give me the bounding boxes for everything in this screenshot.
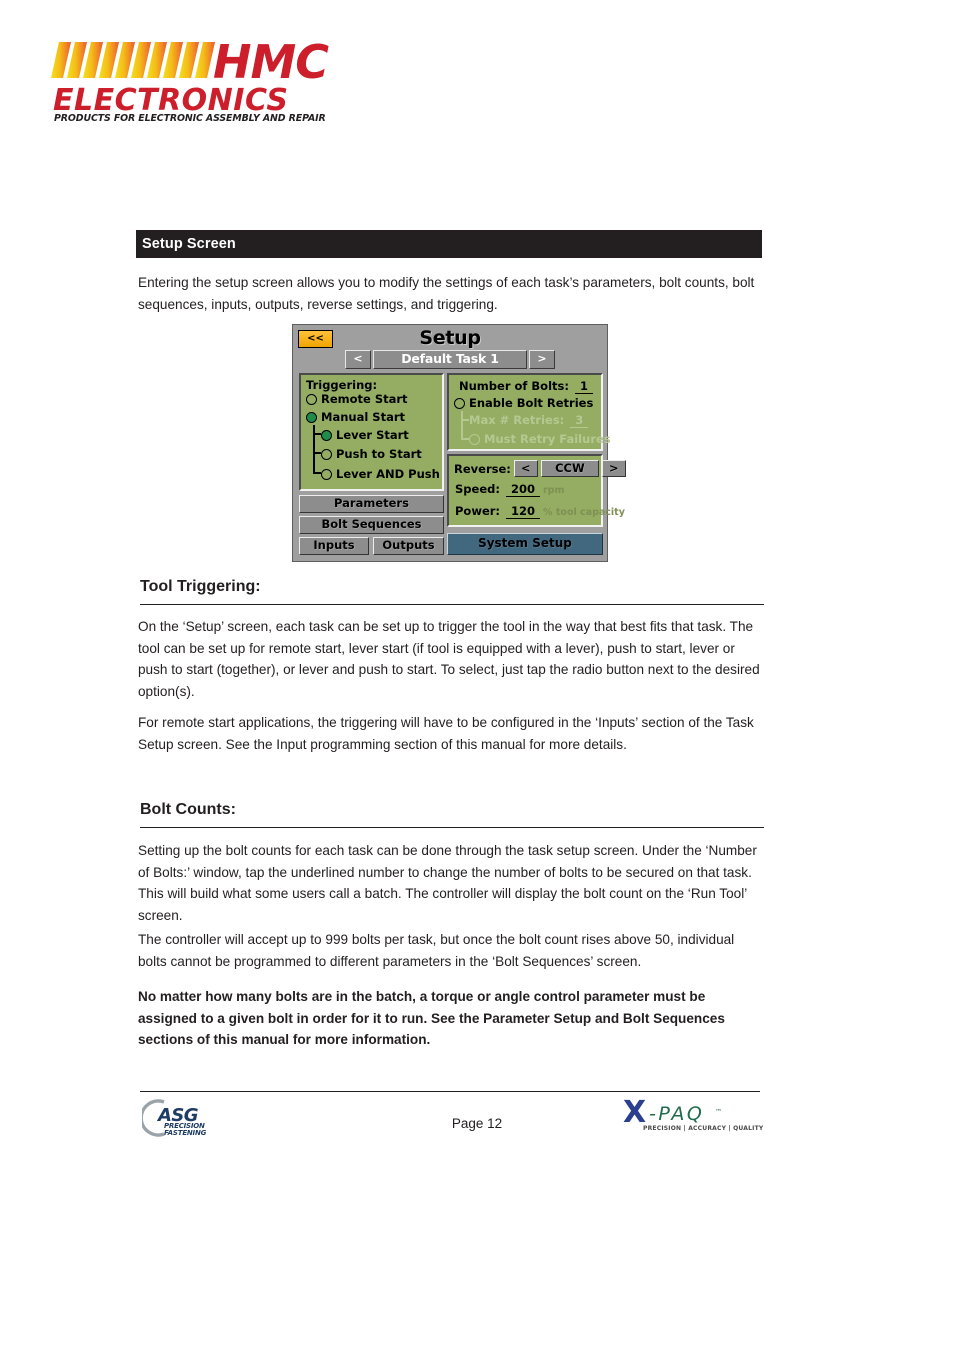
speed-value[interactable]: 200 xyxy=(505,482,540,497)
power-label: Power: xyxy=(455,504,501,518)
task-name-display[interactable]: Default Task 1 xyxy=(373,350,527,369)
radio-enable-bolt-retries[interactable]: Enable Bolt Retries xyxy=(454,396,593,410)
speed-label: Speed: xyxy=(455,482,500,496)
radio-label: Must Retry Failures xyxy=(484,432,611,446)
heading-tool-triggering: Tool Triggering: xyxy=(140,578,764,605)
intro-paragraph: Entering the setup screen allows you to … xyxy=(138,275,755,312)
number-of-bolts-row: Number of Bolts: 1 xyxy=(459,379,593,394)
tree-connector-horizontal xyxy=(461,419,469,421)
svg-text:™: ™ xyxy=(715,1108,722,1116)
radio-icon xyxy=(321,429,332,441)
reverse-selector: Reverse: < CCW > xyxy=(454,460,626,477)
bolt-sequences-button[interactable]: Bolt Sequences xyxy=(299,516,444,534)
radio-lever-and-push[interactable]: Lever AND Push xyxy=(321,467,440,481)
radio-label: Lever AND Push xyxy=(336,467,440,481)
power-unit: % tool capacity xyxy=(543,507,625,518)
tool-triggering-paragraph-1: On the ‘Setup’ screen, each task can be … xyxy=(138,619,760,699)
radio-icon xyxy=(321,468,332,480)
radio-icon xyxy=(469,433,480,445)
radio-push-to-start[interactable]: Push to Start xyxy=(321,447,422,461)
inputs-button[interactable]: Inputs xyxy=(299,537,369,555)
radio-remote-start[interactable]: Remote Start xyxy=(306,392,408,406)
tree-connector-horizontal xyxy=(461,438,469,440)
reverse-label: Reverse: xyxy=(454,461,511,476)
speed-unit: rpm xyxy=(542,485,565,496)
radio-label: Push to Start xyxy=(336,447,422,461)
radio-manual-start[interactable]: Manual Start xyxy=(306,410,405,424)
radio-icon xyxy=(321,448,332,460)
setup-screen-mockup: < < Setup < Default Task 1 > Triggering: … xyxy=(292,324,626,562)
page-number: Page 12 xyxy=(451,1116,503,1131)
reverse-prev-button[interactable]: < xyxy=(513,460,538,477)
triggering-panel: Triggering: Remote Start Manual Start Le… xyxy=(299,373,444,491)
max-retries-label: Max # Retries: xyxy=(469,413,565,427)
task-prev-button[interactable]: < xyxy=(345,350,371,369)
radio-label: Remote Start xyxy=(321,392,408,406)
radio-label: Enable Bolt Retries xyxy=(469,396,594,410)
radio-must-retry-failures: Must Retry Failures xyxy=(469,432,611,446)
radio-icon xyxy=(306,411,317,423)
heading-bolt-counts: Bolt Counts: xyxy=(140,801,764,828)
bolt-counts-paragraph-2: The controller will accept up to 999 bol… xyxy=(138,932,735,969)
radio-icon xyxy=(306,393,317,405)
section-heading-setup-screen: Setup Screen xyxy=(136,230,762,258)
speed-row: Speed: 200 rpm xyxy=(455,482,564,497)
bolt-counts-paragraph-1: Setting up the bolt counts for each task… xyxy=(138,843,757,923)
svg-text:PRODUCTS FOR ELECTRONIC ASSEMB: PRODUCTS FOR ELECTRONIC ASSEMBLY AND REP… xyxy=(54,113,326,124)
number-of-bolts-value[interactable]: 1 xyxy=(574,379,593,394)
radio-lever-start[interactable]: Lever Start xyxy=(321,428,409,442)
outputs-button[interactable]: Outputs xyxy=(373,537,444,555)
device-screen-title: Setup xyxy=(419,327,481,349)
task-selector: < Default Task 1 > xyxy=(345,350,555,369)
triggering-label: Triggering: xyxy=(306,378,378,392)
svg-text:HMC: HMC xyxy=(213,36,329,89)
power-row: Power: 120 % tool capacity xyxy=(455,504,625,519)
power-value[interactable]: 120 xyxy=(506,504,541,519)
tree-connector-vertical xyxy=(461,411,463,440)
reverse-panel: Reverse: < CCW > Speed: 200 rpm Power: 1… xyxy=(447,454,626,527)
reverse-next-button[interactable]: > xyxy=(601,460,626,477)
parameters-button[interactable]: Parameters xyxy=(299,495,444,513)
radio-label: Lever Start xyxy=(336,428,409,442)
bolt-counts-paragraph-3: No matter how many bolts are in the batc… xyxy=(138,989,725,1047)
task-next-button[interactable]: > xyxy=(529,350,555,369)
radio-label: Manual Start xyxy=(321,410,405,424)
number-of-bolts-label: Number of Bolts: xyxy=(459,379,569,393)
tree-connector-horizontal xyxy=(313,452,321,454)
reverse-value-display[interactable]: CCW xyxy=(540,460,599,477)
hmc-electronics-logo: HMC ELECTRONICS PRODUCTS FOR ELECTRONIC … xyxy=(45,36,377,124)
bolt-count-panel: Number of Bolts: 1 Enable Bolt Retries M… xyxy=(447,373,611,451)
system-setup-button[interactable]: System Setup xyxy=(447,533,603,555)
tree-connector-horizontal xyxy=(313,472,321,474)
max-retries-row: Max # Retries: 3 xyxy=(469,413,589,428)
max-retries-value: 3 xyxy=(570,413,589,428)
radio-icon xyxy=(454,397,465,409)
tree-connector-horizontal xyxy=(313,433,321,435)
tool-triggering-paragraph-2: For remote start applications, the trigg… xyxy=(138,715,754,752)
